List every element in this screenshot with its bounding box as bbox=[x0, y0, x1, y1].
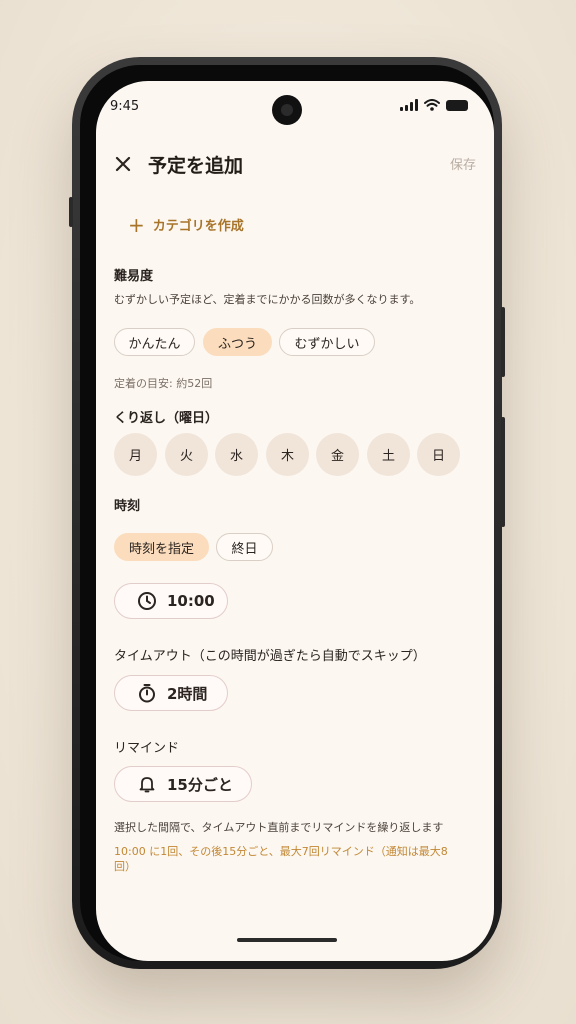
status-time: 9:45 bbox=[110, 99, 140, 114]
time-value: 10:00 bbox=[167, 592, 215, 610]
wifi-icon bbox=[424, 99, 440, 111]
day-fri[interactable]: 金 bbox=[316, 433, 359, 476]
remind-picker-button[interactable]: 15分ごと bbox=[114, 766, 252, 802]
repeat-label: くり返し（曜日） bbox=[114, 411, 219, 426]
status-icons bbox=[400, 99, 468, 111]
plus-icon: + bbox=[128, 212, 145, 237]
home-indicator[interactable] bbox=[237, 938, 337, 942]
remind-description: 選択した間隔で、タイムアウト直前までリマインドを繰り返します bbox=[114, 821, 444, 834]
battery-icon bbox=[446, 99, 468, 111]
difficulty-option-easy[interactable]: かんたん bbox=[114, 328, 195, 356]
create-category-button[interactable]: + カテゴリを作成 bbox=[128, 212, 244, 237]
difficulty-hint: 定着の目安: 約52回 bbox=[114, 377, 213, 390]
difficulty-label: 難易度 bbox=[114, 269, 154, 284]
time-picker-button[interactable]: 10:00 bbox=[114, 583, 228, 619]
difficulty-option-hard[interactable]: むずかしい bbox=[279, 328, 375, 356]
day-sat[interactable]: 土 bbox=[367, 433, 410, 476]
page-title: 予定を追加 bbox=[148, 155, 244, 177]
front-camera bbox=[272, 95, 302, 125]
signal-icon bbox=[400, 99, 418, 111]
difficulty-description: むずかしい予定ほど、定着までにかかる回数が多くなります。 bbox=[114, 293, 421, 306]
day-wed[interactable]: 水 bbox=[215, 433, 258, 476]
day-tue[interactable]: 火 bbox=[165, 433, 208, 476]
volume-button bbox=[501, 417, 505, 527]
timeout-value: 2時間 bbox=[167, 684, 208, 703]
time-option-specify[interactable]: 時刻を指定 bbox=[114, 533, 209, 561]
timeout-picker-button[interactable]: 2時間 bbox=[114, 675, 228, 711]
action-button bbox=[69, 197, 73, 227]
screen: 9:45 予定を追加 保存 + カテゴリを作成 難易度 むずかしい予定ほど、定着… bbox=[96, 81, 494, 961]
phone-bezel: 9:45 予定を追加 保存 + カテゴリを作成 難易度 むずかしい予定ほど、定着… bbox=[80, 65, 494, 961]
bell-icon bbox=[139, 777, 155, 793]
day-sun[interactable]: 日 bbox=[417, 433, 460, 476]
time-label: 時刻 bbox=[114, 499, 141, 514]
save-button[interactable]: 保存 bbox=[450, 154, 476, 173]
close-icon[interactable] bbox=[112, 153, 134, 175]
day-mon[interactable]: 月 bbox=[114, 433, 157, 476]
time-option-allday[interactable]: 終日 bbox=[216, 533, 273, 561]
timeout-label: タイムアウト（この時間が過ぎたら自動でスキップ） bbox=[114, 649, 426, 664]
difficulty-option-normal[interactable]: ふつう bbox=[203, 328, 272, 356]
remind-value: 15分ごと bbox=[167, 775, 233, 794]
remind-schedule-note: 10:00 に1回、その後15分ごと、最大7回リマインド（通知は最大8回） bbox=[114, 845, 448, 873]
clock-icon bbox=[138, 592, 156, 610]
create-category-label: カテゴリを作成 bbox=[152, 219, 244, 234]
power-button bbox=[501, 307, 505, 377]
stopwatch-icon bbox=[139, 684, 155, 703]
day-thu[interactable]: 木 bbox=[266, 433, 309, 476]
phone-frame: 9:45 予定を追加 保存 + カテゴリを作成 難易度 むずかしい予定ほど、定着… bbox=[69, 57, 505, 969]
remind-label: リマインド bbox=[114, 741, 180, 756]
